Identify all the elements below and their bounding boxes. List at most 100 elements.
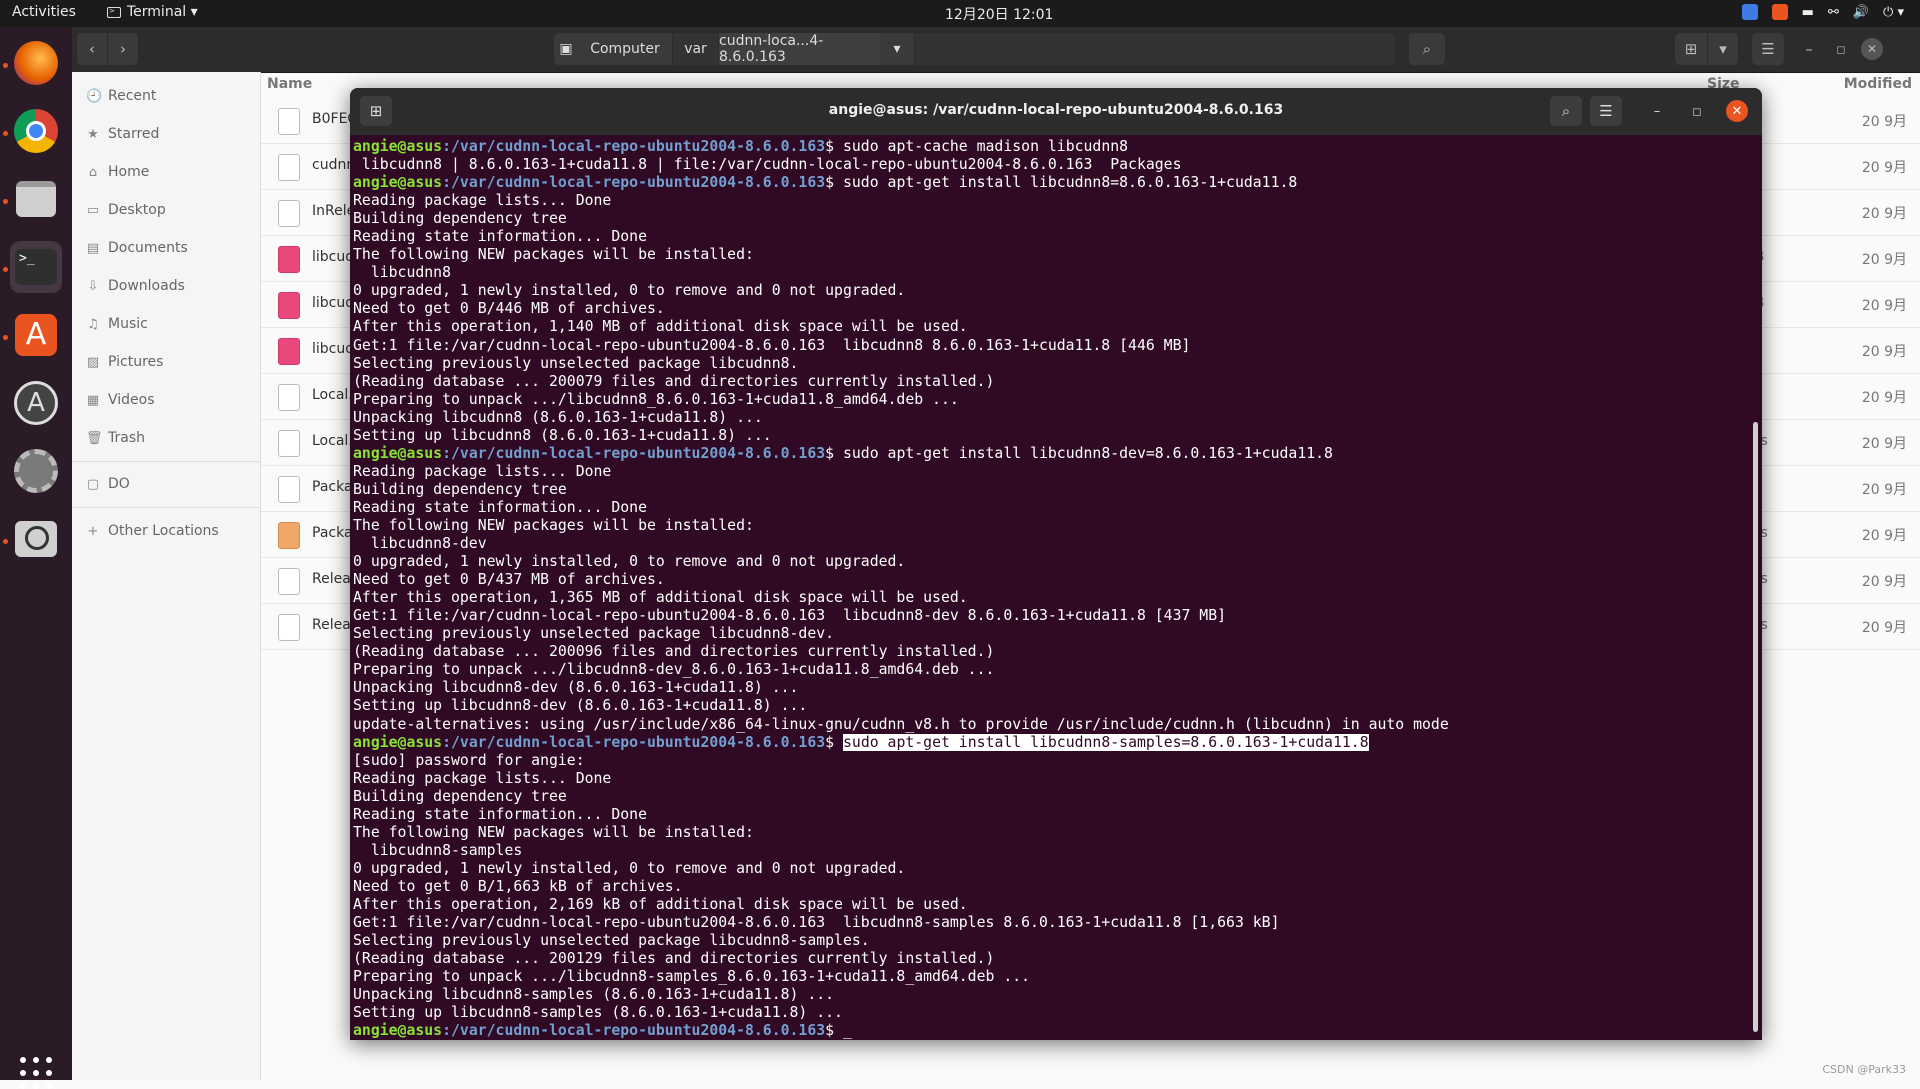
videos-icon: ▦: [86, 392, 100, 408]
close-button[interactable]: ✕: [1726, 100, 1748, 122]
app-menu[interactable]: > Terminal ▾: [107, 4, 198, 20]
command-text: $: [825, 733, 843, 751]
view-options-icon[interactable]: ▾: [1708, 33, 1738, 65]
dock: >_ A A: [0, 27, 72, 1089]
pictures-icon: ▨: [86, 354, 100, 370]
top-bar: Activities > Terminal ▾ 12月20日 12:01 ▬ ⚯…: [0, 0, 1920, 27]
output-text: Reading state information... Done: [353, 805, 647, 823]
dock-magnifier[interactable]: [10, 513, 62, 565]
terminal-output-line: libcudnn8: [353, 264, 1748, 282]
terminal-output-line: update-alternatives: using /usr/include/…: [353, 716, 1748, 734]
terminal-output-line: Get:1 file:/var/cudnn-local-repo-ubuntu2…: [353, 914, 1748, 932]
close-button[interactable]: ✕: [1861, 38, 1883, 60]
dock-settings[interactable]: [10, 445, 62, 497]
forward-button[interactable]: ›: [108, 33, 138, 65]
notification-app-icon[interactable]: [1771, 4, 1788, 20]
sidebar-item-other-locations[interactable]: + Other Locations: [86, 520, 219, 542]
power-icon[interactable]: ⏻ ▾: [1883, 5, 1904, 20]
output-text: Setting up libcudnn8-samples (8.6.0.163-…: [353, 1004, 843, 1022]
path-var[interactable]: var: [673, 33, 718, 65]
sidebar-item-desktop[interactable]: ▭ Desktop: [86, 199, 166, 221]
input-method-icon[interactable]: [1741, 4, 1758, 20]
column-header-modified[interactable]: Modified: [1844, 76, 1912, 92]
output-text: [sudo] password for angie:: [353, 751, 585, 769]
text-file-icon: [278, 430, 300, 457]
file-modified: 20 9月: [1861, 344, 1907, 360]
path-current-folder[interactable]: cudnn-loca...4-8.6.0.163: [719, 33, 880, 65]
column-header-name[interactable]: Name: [267, 76, 312, 92]
terminal-output[interactable]: angie@asus:/var/cudnn-local-repo-ubuntu2…: [353, 138, 1748, 1040]
view-grid-icon[interactable]: ⊞: [1675, 33, 1707, 65]
network-icon[interactable]: ⚯: [1828, 5, 1839, 20]
minimize-button[interactable]: –: [1796, 33, 1822, 65]
output-text: Preparing to unpack .../libcudnn8_8.6.0.…: [353, 390, 959, 408]
dock-software-updater[interactable]: A: [10, 377, 62, 429]
sidebar-item-label: Documents: [108, 240, 188, 256]
search-icon[interactable]: ⌕: [1409, 33, 1445, 65]
dock-terminal[interactable]: >_: [10, 241, 62, 293]
software-updater-icon: A: [14, 381, 58, 425]
output-text: Building dependency tree: [353, 787, 567, 805]
terminal-output-line: Setting up libcudnn8 (8.6.0.163-1+cuda11…: [353, 427, 1748, 445]
terminal-prompt-line: angie@asus:/var/cudnn-local-repo-ubuntu2…: [353, 174, 1748, 192]
back-button[interactable]: ‹: [77, 33, 107, 65]
running-indicator: [3, 267, 8, 272]
output-text: Reading package lists... Done: [353, 192, 612, 210]
sidebar-item-downloads[interactable]: ⇩ Downloads: [86, 275, 185, 297]
sidebar-item-label: Starred: [108, 126, 160, 142]
clock[interactable]: 12月20日 12:01: [945, 4, 1053, 24]
sidebar-item-label: Music: [108, 316, 148, 332]
menu-icon[interactable]: ☰: [1590, 96, 1622, 126]
search-icon[interactable]: ⌕: [1550, 96, 1582, 126]
terminal-output-line: Reading state information... Done: [353, 228, 1748, 246]
dock-app-center[interactable]: A: [10, 309, 62, 361]
terminal-prompt-line: angie@asus:/var/cudnn-local-repo-ubuntu2…: [353, 138, 1748, 156]
app-menu-label: Terminal ▾: [127, 4, 198, 20]
sidebar-item-recent[interactable]: 🕘 Recent: [86, 85, 156, 107]
sidebar-item-trash[interactable]: 🗑 Trash: [86, 427, 145, 449]
terminal-output-line: 0 upgraded, 1 newly installed, 0 to remo…: [353, 282, 1748, 300]
command-text: $ _: [825, 1022, 852, 1040]
sidebar-item-starred[interactable]: ★ Starred: [86, 123, 159, 145]
activities-button[interactable]: Activities: [12, 4, 76, 20]
archive-file-icon: [278, 522, 300, 549]
path-computer[interactable]: Computer: [578, 33, 672, 65]
output-text: Reading package lists... Done: [353, 462, 612, 480]
sidebar-item-home[interactable]: ⌂ Home: [86, 161, 149, 183]
dock-firefox[interactable]: [10, 37, 62, 89]
output-text: Setting up libcudnn8-dev (8.6.0.163-1+cu…: [353, 697, 808, 715]
command-text: $ sudo apt-cache madison libcudnn8: [825, 138, 1129, 155]
sidebar-item-music[interactable]: ♫ Music: [86, 313, 148, 335]
terminal-scrollbar[interactable]: [1753, 422, 1758, 1032]
terminal-output-line: Preparing to unpack .../libcudnn8-dev_8.…: [353, 661, 1748, 679]
show-apps-grid-icon[interactable]: [20, 1057, 52, 1089]
terminal-output-line: Preparing to unpack .../libcudnn8_8.6.0.…: [353, 391, 1748, 409]
maximize-button[interactable]: ◻: [1828, 33, 1854, 65]
keyboard-icon[interactable]: ▬: [1802, 5, 1814, 20]
output-text: update-alternatives: using /usr/include/…: [353, 715, 1449, 733]
file-modified: 20 9月: [1861, 390, 1907, 406]
minimize-button[interactable]: –: [1646, 100, 1668, 122]
sidebar-item-pictures[interactable]: ▨ Pictures: [86, 351, 164, 373]
sidebar-item-videos[interactable]: ▦ Videos: [86, 389, 155, 411]
output-text: 0 upgraded, 1 newly installed, 0 to remo…: [353, 282, 906, 300]
watermark: CSDN @Park33: [1822, 1063, 1906, 1076]
terminal-prompt-line: angie@asus:/var/cudnn-local-repo-ubuntu2…: [353, 733, 1748, 752]
output-text: Building dependency tree: [353, 480, 567, 498]
output-text: Need to get 0 B/446 MB of archives.: [353, 300, 665, 318]
dock-files[interactable]: [10, 173, 62, 225]
file-name: Packa: [312, 525, 353, 541]
menu-icon[interactable]: ☰: [1752, 33, 1784, 65]
prompt-user: angie@asus: [353, 174, 443, 192]
maximize-button[interactable]: ◻: [1686, 100, 1708, 122]
path-dropdown-icon[interactable]: ▾: [880, 33, 914, 65]
downloads-icon: ⇩: [87, 278, 99, 294]
dock-chrome[interactable]: [10, 105, 62, 157]
output-text: The following NEW packages will be insta…: [353, 246, 754, 264]
sidebar-item-documents[interactable]: ▤ Documents: [86, 237, 188, 259]
sidebar-item-do[interactable]: ▢ DO: [86, 473, 130, 495]
terminal-output-line: Reading state information... Done: [353, 499, 1748, 517]
volume-icon[interactable]: 🔊: [1853, 5, 1869, 20]
terminal-output-line: After this operation, 2,169 kB of additi…: [353, 896, 1748, 914]
terminal-output-line: Get:1 file:/var/cudnn-local-repo-ubuntu2…: [353, 607, 1748, 625]
